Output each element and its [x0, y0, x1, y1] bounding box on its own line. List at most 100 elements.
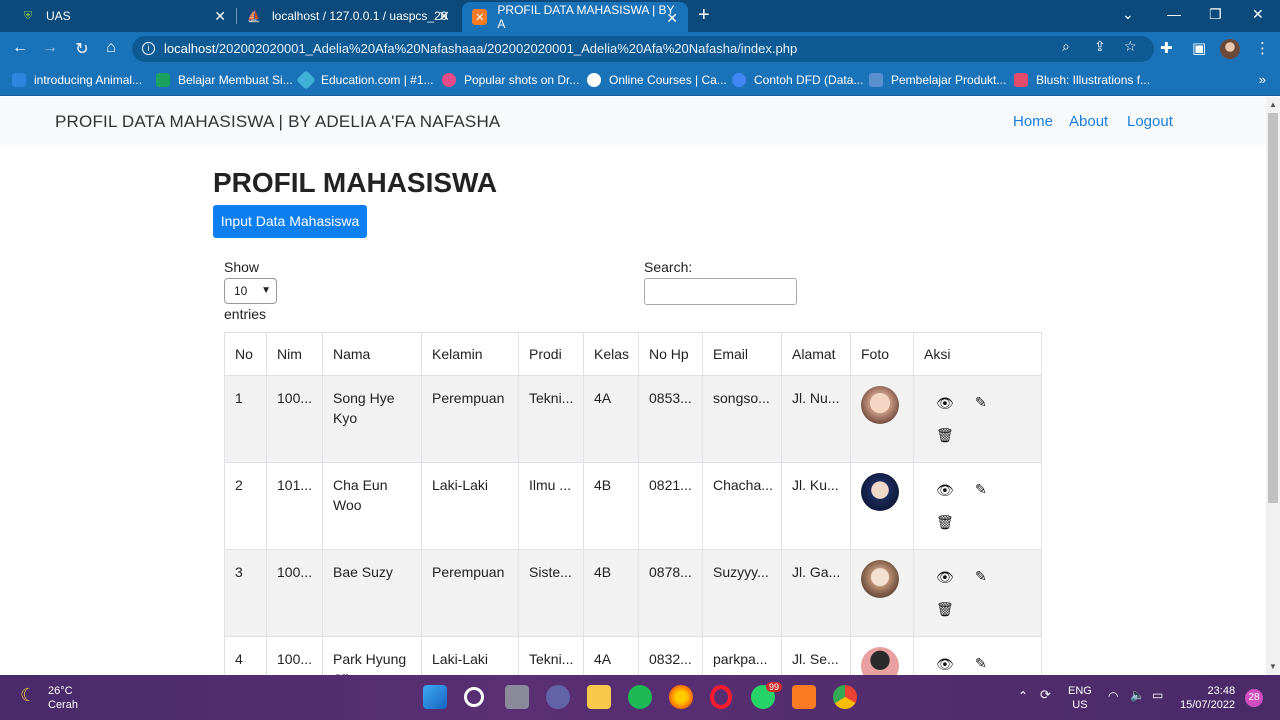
spotify-icon[interactable] [628, 685, 652, 709]
cell-aksi: 👁 ✎ 🗑 [913, 549, 1042, 637]
reload-icon[interactable]: ↻ [72, 39, 92, 59]
cell-aksi: 👁 ✎ 🗑 [913, 462, 1042, 550]
chrome-icon[interactable] [833, 685, 857, 709]
site-info-icon[interactable]: i [142, 42, 155, 55]
view-eye-icon[interactable]: 👁 [936, 393, 954, 413]
column-header[interactable]: Foto [850, 332, 914, 376]
bookmark-item[interactable]: Popular shots on Dr... [442, 73, 579, 87]
chat-icon[interactable] [546, 685, 570, 709]
share-icon[interactable]: ⇪ [1094, 38, 1106, 55]
window-close-icon[interactable]: ✕ [1252, 6, 1264, 23]
task-view-icon[interactable] [505, 685, 529, 709]
bookmark-item[interactable]: Online Courses | Ca... [587, 73, 727, 87]
nav-link-about[interactable]: About [1069, 113, 1108, 130]
cell-prodi: Tekni... [518, 375, 584, 463]
tab-profil-active[interactable]: ✕ PROFIL DATA MAHASISWA | BY A ✕ [462, 2, 688, 32]
column-header[interactable]: No Hp [638, 332, 703, 376]
opera-icon[interactable] [710, 685, 732, 709]
page-title: PROFIL MAHASISWA [213, 167, 498, 198]
chevron-up-icon[interactable]: ⌃ [1018, 689, 1028, 703]
bookmark-item[interactable]: Pembelajar Produkt... [869, 73, 1006, 87]
search-input[interactable] [644, 278, 797, 305]
close-icon[interactable]: ✕ [214, 8, 226, 24]
chevron-down-icon: ▼ [261, 285, 271, 296]
menu-icon[interactable]: ⋮ [1255, 39, 1270, 57]
scroll-down-icon[interactable]: ▼ [1269, 662, 1277, 671]
delete-trash-icon[interactable]: 🗑 [936, 425, 954, 445]
view-eye-icon[interactable]: 👁 [936, 480, 954, 500]
edit-icon[interactable]: ✎ [975, 479, 987, 499]
navbar-brand[interactable]: PROFIL DATA MAHASISWA | BY ADELIA A'FA N… [55, 112, 500, 132]
weather-widget[interactable]: ☾ 26°C Cerah [20, 684, 78, 712]
side-panel-icon[interactable]: ▣ [1192, 39, 1206, 57]
bookmark-item[interactable]: Belajar Membuat Si... [156, 73, 293, 87]
language-indicator[interactable]: ENG US [1068, 684, 1092, 712]
bookmark-star-icon[interactable]: ☆ [1124, 38, 1137, 55]
clock[interactable]: 23:48 15/07/2022 [1180, 684, 1235, 712]
search-icon[interactable] [464, 687, 484, 707]
wifi-icon[interactable]: ◠ [1108, 689, 1118, 703]
scrollbar-thumb[interactable] [1268, 113, 1278, 503]
cell-hp: 0853... [638, 375, 703, 463]
cell-no: 4 [224, 636, 267, 675]
close-icon[interactable]: ✕ [438, 8, 450, 24]
delete-trash-icon[interactable]: 🗑 [936, 599, 954, 619]
home-icon[interactable]: ⌂ [101, 39, 121, 57]
minimize-icon[interactable]: — [1167, 6, 1181, 22]
edit-icon[interactable]: ✎ [975, 566, 987, 586]
column-header[interactable]: No [224, 332, 267, 376]
forward-icon[interactable]: → [40, 39, 60, 57]
new-tab-icon[interactable]: + [698, 5, 710, 25]
bookmark-item[interactable]: Contoh DFD (Data... [732, 73, 863, 87]
delete-trash-icon[interactable]: 🗑 [936, 512, 954, 532]
sync-icon[interactable]: ⟳ [1040, 688, 1051, 702]
view-eye-icon[interactable]: 👁 [936, 654, 954, 674]
page-scrollbar[interactable]: ▲ ▼ [1266, 97, 1280, 675]
column-header[interactable]: Kelamin [421, 332, 519, 376]
column-header[interactable]: Nim [266, 332, 323, 376]
xampp-icon[interactable] [792, 685, 816, 709]
column-header[interactable]: Email [702, 332, 782, 376]
notification-badge[interactable]: 28 [1245, 689, 1263, 707]
extensions-icon[interactable]: ✚ [1160, 39, 1173, 57]
tab-strip: ⛨ UAS ✕ ⛵ localhost / 127.0.0.1 / uaspcs… [0, 0, 1280, 32]
bookmark-label: Popular shots on Dr... [464, 73, 580, 87]
close-icon[interactable]: ✕ [666, 10, 678, 26]
column-header[interactable]: Alamat [781, 332, 851, 376]
column-header[interactable]: Prodi [518, 332, 584, 376]
battery-icon[interactable]: ▭ [1152, 688, 1163, 702]
column-header[interactable]: Nama [322, 332, 422, 376]
bookmark-item[interactable]: introducing Animal... [12, 73, 142, 87]
volume-icon[interactable]: 🔈 [1130, 688, 1145, 702]
show-label: Show [224, 259, 260, 275]
cell-email: Chacha... [702, 462, 782, 550]
search-label: Search: [644, 259, 693, 275]
nav-link-logout[interactable]: Logout [1127, 113, 1173, 130]
back-icon[interactable]: ← [10, 39, 30, 57]
address-bar[interactable]: i localhost/202002020001_Adelia%20Afa%20… [132, 36, 1154, 62]
maximize-icon[interactable]: ❐ [1209, 6, 1222, 23]
entries-select[interactable]: 10 ▼ [224, 278, 277, 304]
column-header[interactable]: Kelas [583, 332, 639, 376]
windows-start-icon[interactable] [423, 685, 447, 709]
edit-icon[interactable]: ✎ [975, 392, 987, 412]
view-eye-icon[interactable]: 👁 [936, 567, 954, 587]
tab-phpmyadmin[interactable]: ⛵ localhost / 127.0.0.1 / uaspcs_20 ✕ [236, 0, 460, 32]
more-bookmarks-icon[interactable]: » [1259, 72, 1266, 87]
bookmark-item[interactable]: Education.com | #1... [296, 70, 434, 90]
tab-search-chevron-icon[interactable]: ⌄ [1122, 6, 1134, 23]
cell-nama: Cha Eun Woo [322, 462, 422, 550]
input-data-button[interactable]: Input Data Mahasiswa [213, 205, 367, 238]
scroll-up-icon[interactable]: ▲ [1269, 100, 1277, 109]
profile-avatar[interactable] [1220, 39, 1240, 59]
bookmark-item[interactable]: Blush: Illustrations f... [1014, 73, 1150, 87]
file-explorer-icon[interactable] [587, 685, 611, 709]
firefox-icon[interactable] [669, 685, 693, 709]
tab-uas[interactable]: ⛨ UAS ✕ [10, 0, 236, 32]
edit-icon[interactable]: ✎ [975, 653, 987, 673]
bookmark-label: Blush: Illustrations f... [1036, 73, 1151, 87]
column-header[interactable]: Aksi [913, 332, 1042, 376]
zoom-search-icon[interactable]: ⌕ [1062, 38, 1070, 55]
nav-link-home[interactable]: Home [1013, 113, 1053, 130]
cell-kelas: 4B [583, 549, 639, 637]
